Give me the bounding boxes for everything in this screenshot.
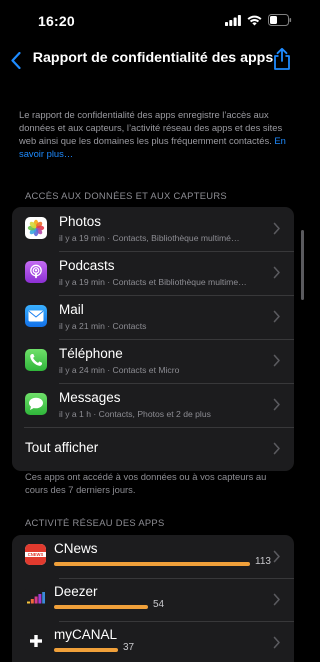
scrollbar[interactable] — [301, 230, 304, 300]
app-name: Téléphone — [59, 346, 123, 361]
app-name: Photos — [59, 214, 102, 229]
signal-icon — [225, 14, 241, 26]
navigation-bar: Rapport de confidentialité des apps — [0, 44, 306, 76]
access-detail: il y a 24 min · Contacts et Micro — [59, 365, 180, 375]
chevron-right-icon — [273, 354, 280, 367]
access-item-messages[interactable]: Messages il y a 1 h · Contacts, Photos e… — [12, 383, 294, 427]
podcasts-icon — [25, 261, 47, 283]
app-name: Deezer — [54, 584, 98, 599]
share-button[interactable] — [272, 47, 292, 71]
cnews-icon: CNEWS — [25, 544, 46, 565]
intro-description: Le rapport de confidentialité des apps e… — [19, 108, 293, 160]
activity-bar — [54, 562, 250, 566]
app-name: Mail — [59, 302, 84, 317]
access-item-phone[interactable]: Téléphone il y a 24 min · Contacts et Mi… — [12, 339, 294, 383]
chevron-right-icon — [273, 222, 280, 235]
show-all-label: Tout afficher — [25, 440, 99, 455]
access-item-mail[interactable]: Mail il y a 21 min · Contacts — [12, 295, 294, 339]
network-section-header: ACTIVITÉ RÉSEAU DES APPS — [25, 517, 165, 528]
app-name: Podcasts — [59, 258, 115, 273]
chevron-right-icon — [273, 266, 280, 279]
status-icons — [225, 14, 292, 26]
activity-bar — [54, 648, 118, 652]
deezer-icon — [25, 587, 46, 608]
access-detail: il y a 21 min · Contacts — [59, 321, 147, 331]
chevron-right-icon — [273, 550, 280, 563]
network-item-deezer[interactable]: Deezer 54 — [12, 578, 294, 621]
app-name: myCANAL — [54, 627, 118, 642]
activity-bar — [54, 605, 148, 609]
show-all-button[interactable]: Tout afficher — [12, 427, 294, 471]
photos-icon — [25, 217, 47, 239]
access-item-photos[interactable]: Photos il y a 19 min · Contacts, Bibliot… — [12, 207, 294, 251]
access-item-podcasts[interactable]: Podcasts il y a 19 min · Contacts et Bib… — [12, 251, 294, 295]
access-section-header: ACCÈS AUX DONNÉES ET AUX CAPTEURS — [25, 190, 227, 201]
status-bar: 16:20 — [0, 0, 306, 44]
network-list: CNEWS CNews 113 Deezer 54 myCANAL 37 — [12, 535, 294, 662]
mycanal-icon — [25, 630, 46, 651]
chevron-right-icon — [273, 442, 280, 455]
page-title: Rapport de confidentialité des apps — [32, 50, 274, 66]
messages-icon — [25, 393, 47, 415]
app-name: CNews — [54, 541, 98, 556]
status-time: 16:20 — [38, 13, 75, 29]
activity-count: 37 — [123, 642, 135, 653]
access-detail: il y a 19 min · Contacts, Bibliothèque m… — [59, 233, 240, 243]
mail-icon — [25, 305, 47, 327]
chevron-right-icon — [273, 310, 280, 323]
access-footer-note: Ces apps ont accédé à vos données ou à v… — [25, 471, 267, 495]
network-item-mycanal[interactable]: myCANAL 37 — [12, 621, 294, 662]
network-item-cnews[interactable]: CNEWS CNews 113 — [12, 535, 294, 578]
access-detail: il y a 1 h · Contacts, Photos et 2 de pl… — [59, 409, 211, 419]
svg-text:CNEWS: CNEWS — [28, 552, 44, 557]
access-list: Photos il y a 19 min · Contacts, Bibliot… — [12, 207, 294, 471]
activity-count: 113 — [255, 556, 271, 567]
phone-icon — [25, 349, 47, 371]
battery-icon — [268, 14, 292, 26]
app-name: Messages — [59, 390, 121, 405]
activity-count: 54 — [153, 599, 165, 610]
chevron-right-icon — [273, 636, 280, 649]
intro-text: Le rapport de confidentialité des apps e… — [19, 109, 283, 146]
access-detail: il y a 19 min · Contacts et Bibliothèque… — [59, 277, 247, 287]
chevron-right-icon — [273, 593, 280, 606]
chevron-right-icon — [273, 398, 280, 411]
wifi-icon — [247, 15, 262, 25]
